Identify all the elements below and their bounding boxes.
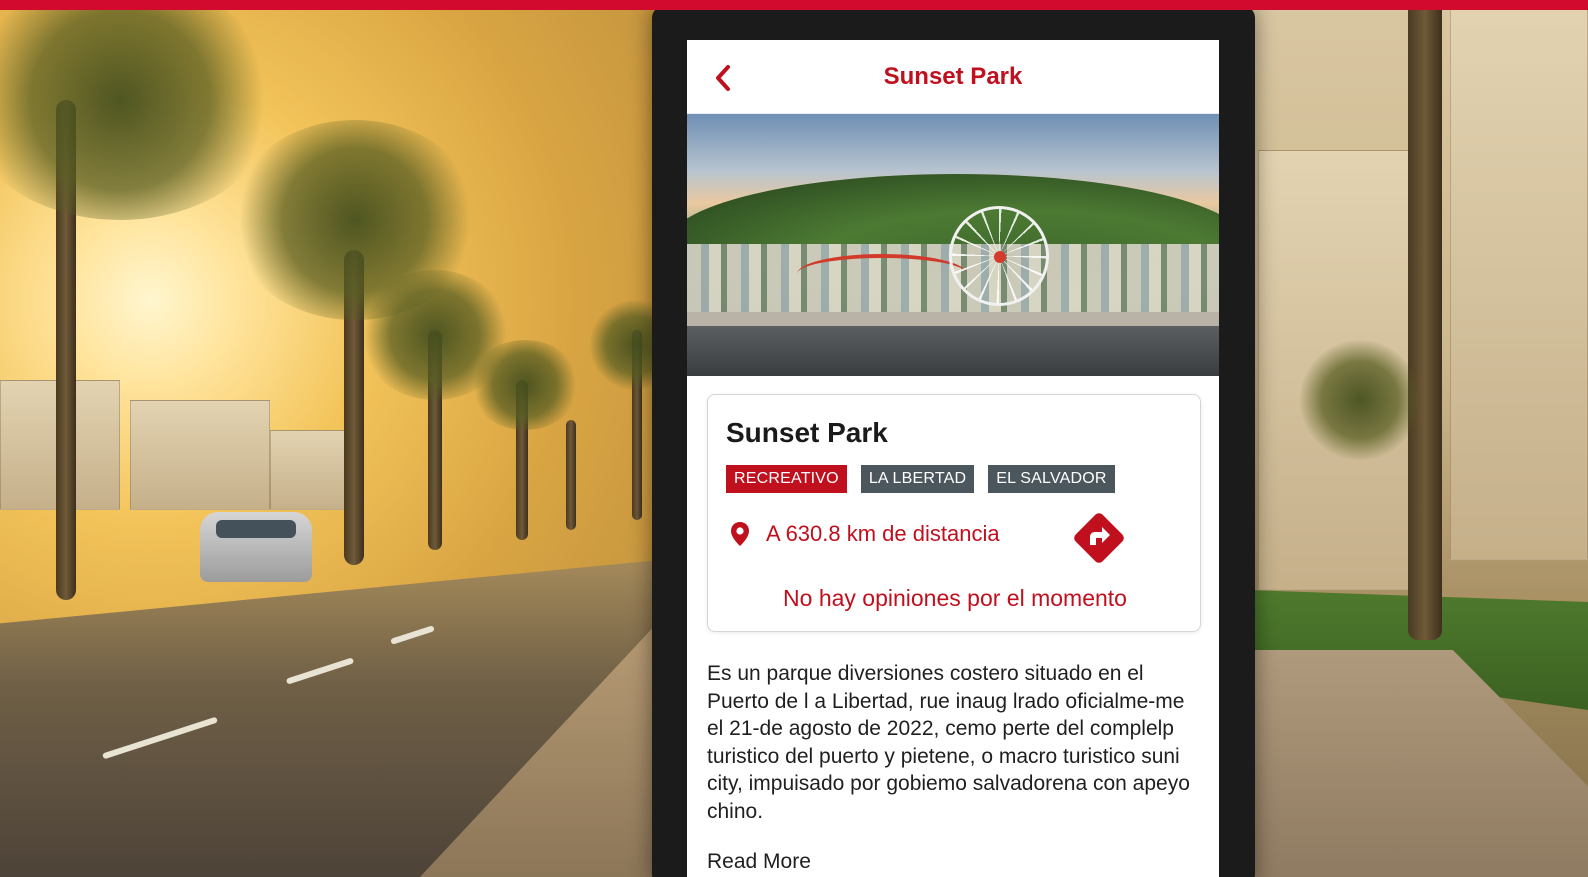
park-photo	[687, 114, 1219, 376]
photo-ferris-wheel	[949, 206, 1049, 306]
palm-trunk	[1408, 0, 1442, 640]
place-info-card: Sunset Park RECREATIVO LA LBERTAD EL SAL…	[707, 394, 1201, 632]
app-screen: Sunset Park Sunset Park RECREATIVO LA LB…	[687, 40, 1219, 877]
distance-label: A 630.8 km de distancia	[766, 521, 1000, 546]
building	[1450, 0, 1588, 560]
photo-pier	[687, 312, 1219, 326]
category-tag: RECREATIVO	[726, 465, 847, 493]
page-title: Sunset Park	[883, 62, 1023, 90]
country-tag: EL SALVADOR	[988, 465, 1115, 493]
tag-list: RECREATIVO LA LBERTAD EL SALVADOR	[726, 465, 1115, 493]
region-tag: LA LBERTAD	[860, 465, 975, 493]
building	[270, 430, 350, 510]
photo-water	[687, 326, 1219, 376]
building	[130, 400, 270, 510]
app-header: Sunset Park	[687, 40, 1219, 114]
reviews-status: No hay opiniones por el momento	[783, 585, 1127, 611]
directions-icon	[1074, 513, 1124, 563]
map-pin-icon	[731, 522, 749, 546]
top-accent-bar	[0, 0, 1588, 10]
car	[200, 512, 312, 582]
distance-row: A 630.8 km de distancia	[730, 521, 1000, 547]
photo-roller-coaster	[797, 254, 967, 294]
shrub	[1300, 340, 1420, 460]
back-button[interactable]	[707, 62, 739, 94]
directions-button[interactable]	[1068, 507, 1130, 569]
palm-trunk	[566, 420, 576, 530]
place-description: Es un parque diversiones costero situado…	[707, 662, 1190, 823]
read-more-link[interactable]: Read More	[707, 850, 811, 874]
chevron-left-icon	[716, 65, 730, 91]
place-name: Sunset Park	[726, 417, 888, 448]
palm-crown	[470, 340, 580, 430]
